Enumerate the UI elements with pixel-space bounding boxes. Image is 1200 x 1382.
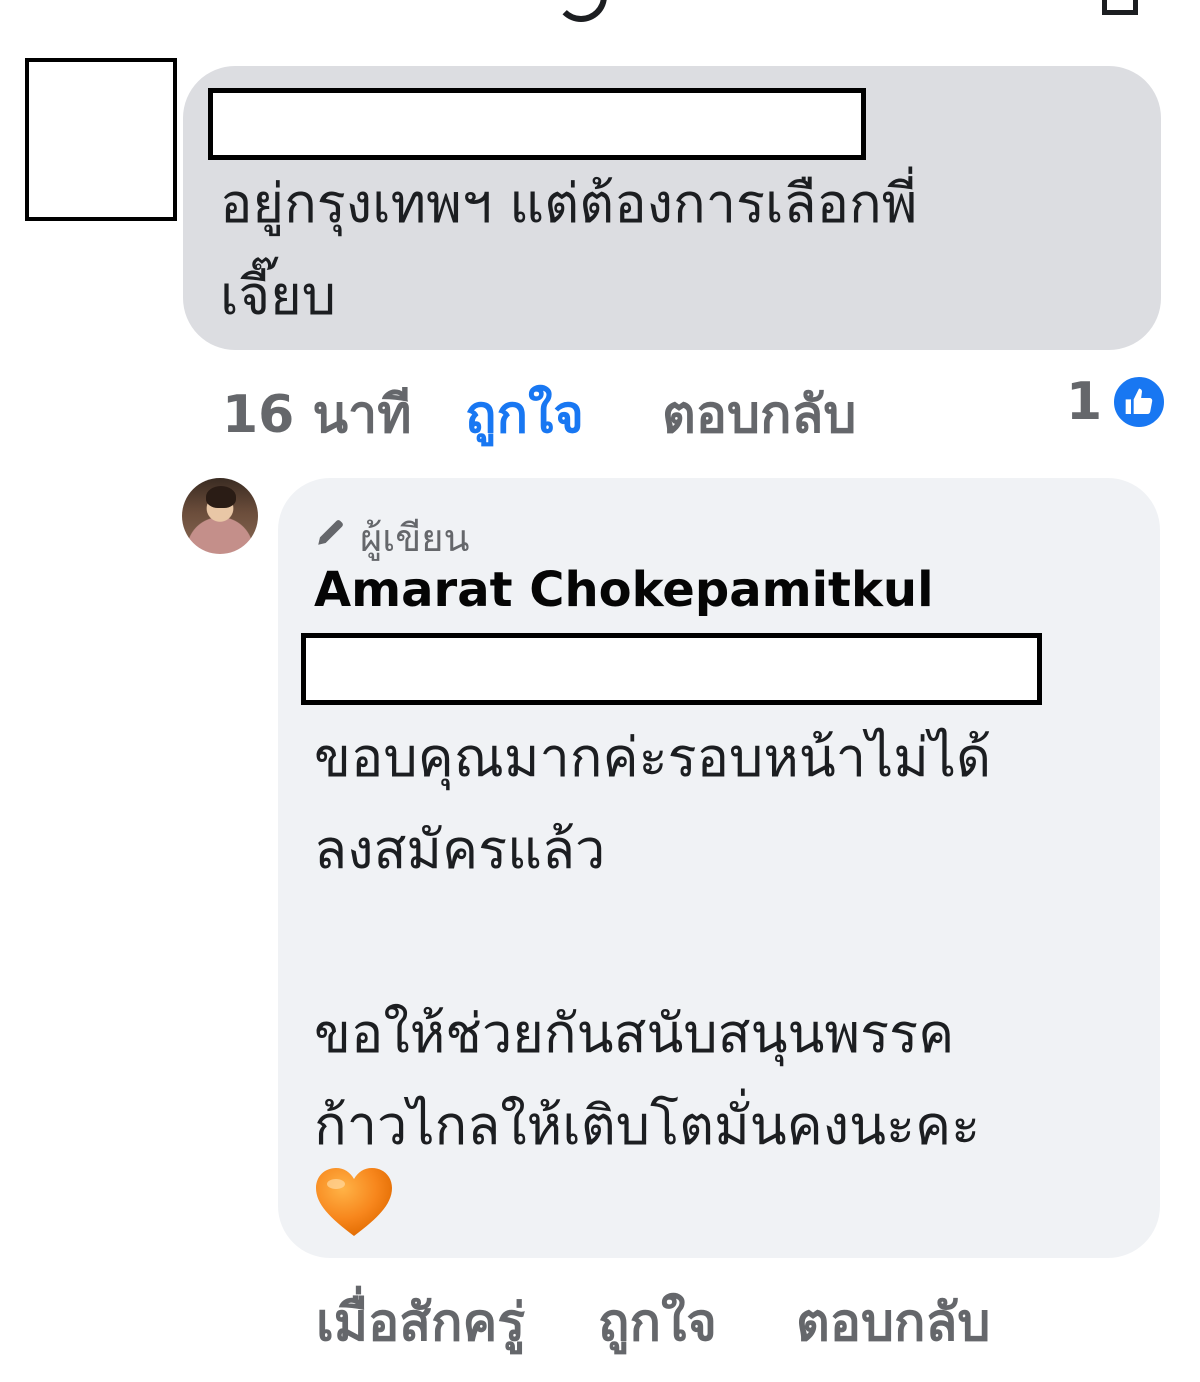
reply-button[interactable]: ตอบกลับ (796, 1280, 990, 1363)
author-badge-label: ผู้เขียน (360, 516, 470, 560)
orange-heart-icon (316, 1168, 392, 1236)
author-avatar[interactable] (182, 478, 258, 554)
comment-timestamp[interactable]: 16 นาที (222, 372, 412, 455)
reaction-count[interactable]: 1 (1066, 372, 1102, 432)
redacted-commenter-name (208, 88, 866, 160)
comment-text: อยู่กรุงเทพฯ แต่ต้องการเลือกพี่ เจี๊ยบ (220, 172, 918, 327)
cut-off-text-glyph (555, 0, 607, 22)
comment-actions: 16 นาที ถูกใจ ตอบกลับ (0, 372, 1200, 445)
reply-timestamp[interactable]: เมื่อสักครู่ (316, 1280, 525, 1363)
thumbs-up-icon[interactable] (1111, 374, 1167, 430)
author-name[interactable]: Amarat Chokepamitkul (314, 562, 934, 618)
previous-content-edge (0, 0, 1200, 22)
reply-button[interactable]: ตอบกลับ (662, 372, 856, 455)
cut-off-icon (1102, 0, 1138, 15)
redacted-reply-mention (301, 633, 1042, 705)
reply-actions: เมื่อสักครู่ ถูกใจ ตอบกลับ (0, 1280, 1200, 1353)
pencil-icon (318, 520, 343, 545)
like-button[interactable]: ถูกใจ (598, 1280, 717, 1363)
avatar-hair (206, 486, 236, 508)
redacted-avatar (25, 58, 177, 221)
reply-text: ขอบคุณมากค่ะรอบหน้าไม่ได้ ลงสมัครแล้ว ขอ… (314, 726, 992, 1157)
like-button[interactable]: ถูกใจ (465, 372, 584, 455)
